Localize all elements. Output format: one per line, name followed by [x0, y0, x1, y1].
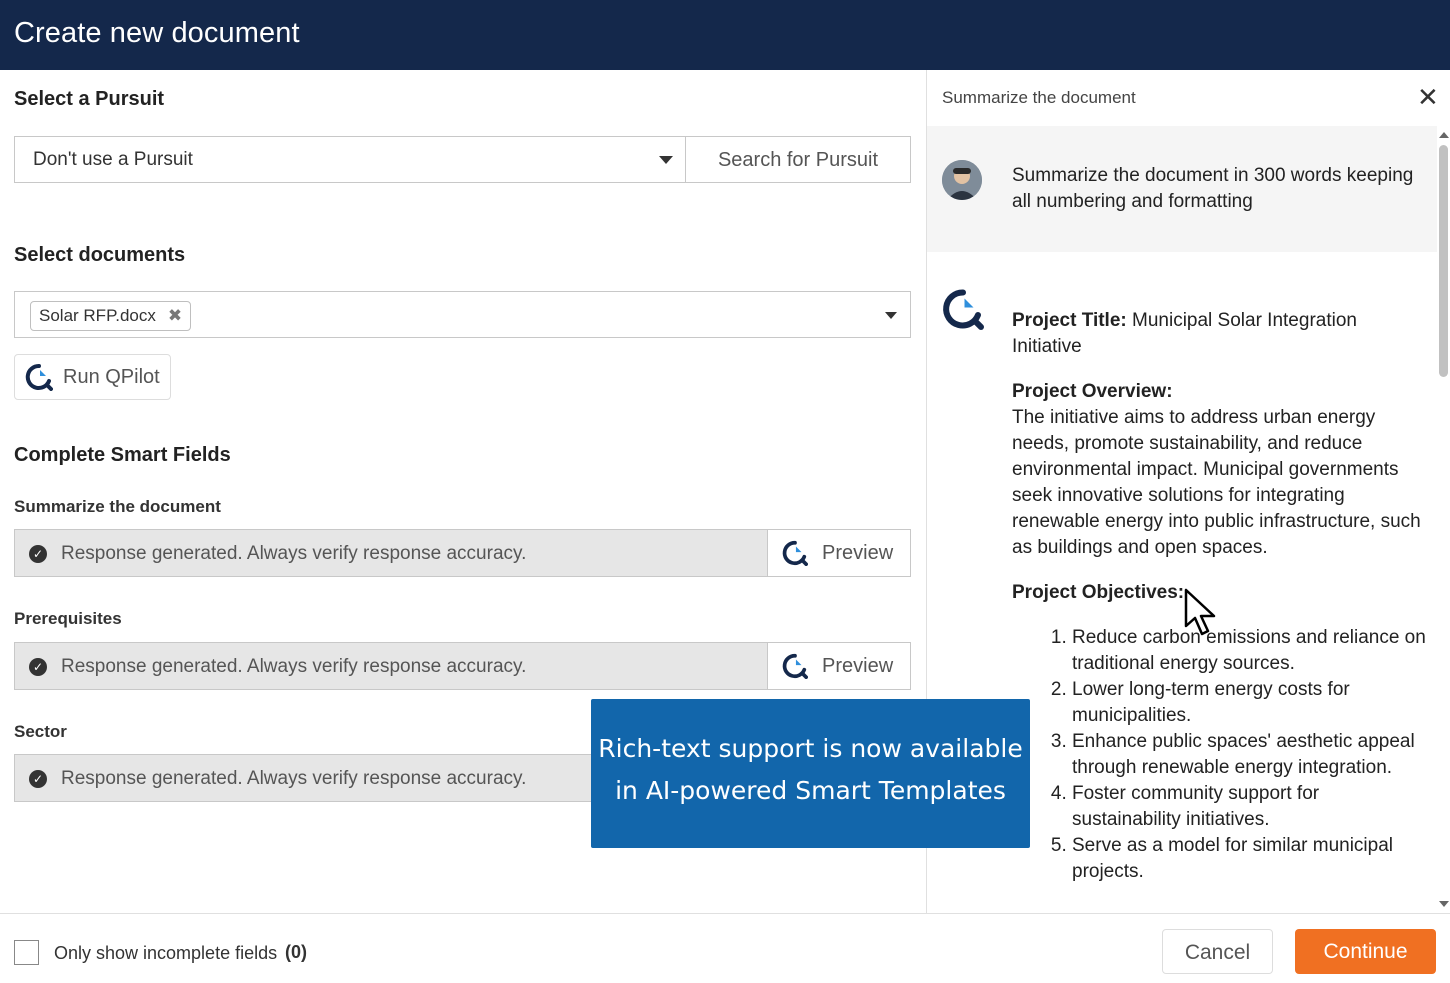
field-label-summarize: Summarize the document — [14, 497, 221, 516]
project-overview-text: The initiative aims to address urban ene… — [1012, 407, 1421, 558]
check-circle-icon: ✓ — [29, 658, 47, 676]
promo-banner: Rich-text support is now available in AI… — [591, 699, 1030, 848]
close-icon[interactable]: ✕ — [1417, 82, 1439, 113]
search-pursuit-button[interactable]: Search for Pursuit — [685, 136, 911, 183]
list-item: Reduce carbon emissions and reliance on … — [1072, 625, 1427, 677]
documents-select[interactable]: Solar RFP.docx ✖ — [14, 291, 911, 338]
project-overview-label: Project Overview: — [1012, 381, 1173, 402]
scroll-down-icon[interactable] — [1439, 901, 1449, 907]
field-response-summarize[interactable]: ✓ Response generated. Always verify resp… — [14, 529, 768, 577]
cancel-button[interactable]: Cancel — [1162, 929, 1273, 974]
field-label-sector: Sector — [14, 722, 67, 741]
mouse-cursor-icon — [1184, 588, 1216, 636]
continue-button[interactable]: Continue — [1295, 929, 1436, 974]
project-title-paragraph: Project Title: Municipal Solar Integrati… — [1012, 308, 1427, 360]
response-status: Response generated. Always verify respon… — [61, 543, 527, 564]
panel-title: Summarize the document — [942, 88, 1136, 107]
list-item: Enhance public spaces' aesthetic appeal … — [1072, 729, 1427, 781]
list-item: Lower long-term energy costs for municip… — [1072, 677, 1427, 729]
smart-fields-heading: Complete Smart Fields — [14, 444, 231, 466]
banner-line-1: Rich-text support is now available — [598, 734, 1023, 763]
run-qpilot-button[interactable]: Run QPilot — [14, 354, 171, 400]
pursuit-select[interactable]: Don't use a Pursuit — [14, 136, 686, 183]
preview-label: Preview — [822, 654, 894, 677]
field-label-prerequisites: Prerequisites — [14, 609, 122, 628]
run-qpilot-label: Run QPilot — [63, 365, 160, 388]
footer-bar: Only show incomplete fields (0) Cancel C… — [0, 913, 1450, 983]
incomplete-only-label: Only show incomplete fields — [54, 943, 278, 963]
scrollbar-thumb[interactable] — [1439, 145, 1448, 377]
remove-chip-icon[interactable]: ✖ — [168, 306, 182, 326]
project-overview-paragraph: Project Overview: The initiative aims to… — [1012, 379, 1427, 561]
page-title: Create new document — [14, 17, 300, 49]
user-message-text: Summarize the document in 300 words keep… — [1012, 165, 1414, 212]
documents-heading: Select documents — [14, 244, 186, 266]
pursuit-heading: Select a Pursuit — [14, 88, 165, 110]
qpilot-logo-icon — [25, 363, 53, 391]
banner-line-2: in AI-powered Smart Templates — [615, 776, 1006, 805]
response-status: Response generated. Always verify respon… — [61, 656, 527, 677]
field-response-prerequisites[interactable]: ✓ Response generated. Always verify resp… — [14, 642, 768, 690]
project-title-label: Project Title: — [1012, 310, 1127, 331]
list-item: Serve as a model for similar municipal p… — [1072, 833, 1427, 885]
list-item: Foster community support for sustainabil… — [1072, 781, 1427, 833]
title-bar: Create new document — [0, 0, 1450, 70]
chevron-down-icon — [659, 156, 673, 164]
chevron-down-icon[interactable] — [885, 312, 897, 319]
preview-button-summarize[interactable]: Preview — [767, 529, 911, 577]
project-objectives-label: Project Objectives: — [1012, 582, 1185, 603]
pursuit-select-value: Don't use a Pursuit — [33, 149, 193, 170]
preview-label: Preview — [822, 541, 894, 564]
ai-response: Project Title: Municipal Solar Integrati… — [1012, 308, 1427, 885]
avatar — [942, 160, 982, 200]
qpilot-logo-icon — [782, 653, 808, 679]
scroll-up-icon[interactable] — [1439, 132, 1449, 138]
preview-button-prerequisites[interactable]: Preview — [767, 642, 911, 690]
incomplete-count: (0) — [285, 942, 307, 962]
response-status: Response generated. Always verify respon… — [61, 768, 527, 789]
qpilot-logo-icon — [782, 540, 808, 566]
objectives-list: Reduce carbon emissions and reliance on … — [1072, 625, 1427, 885]
incomplete-only-checkbox[interactable] — [14, 940, 39, 965]
qpilot-logo-icon — [942, 288, 984, 335]
document-chip-label: Solar RFP.docx — [39, 306, 156, 325]
project-objectives: Project Objectives: Reduce carbon emissi… — [1012, 580, 1427, 885]
document-chip: Solar RFP.docx ✖ — [30, 301, 192, 331]
check-circle-icon: ✓ — [29, 770, 47, 788]
user-message: Summarize the document in 300 words keep… — [927, 126, 1437, 252]
check-circle-icon: ✓ — [29, 545, 47, 563]
